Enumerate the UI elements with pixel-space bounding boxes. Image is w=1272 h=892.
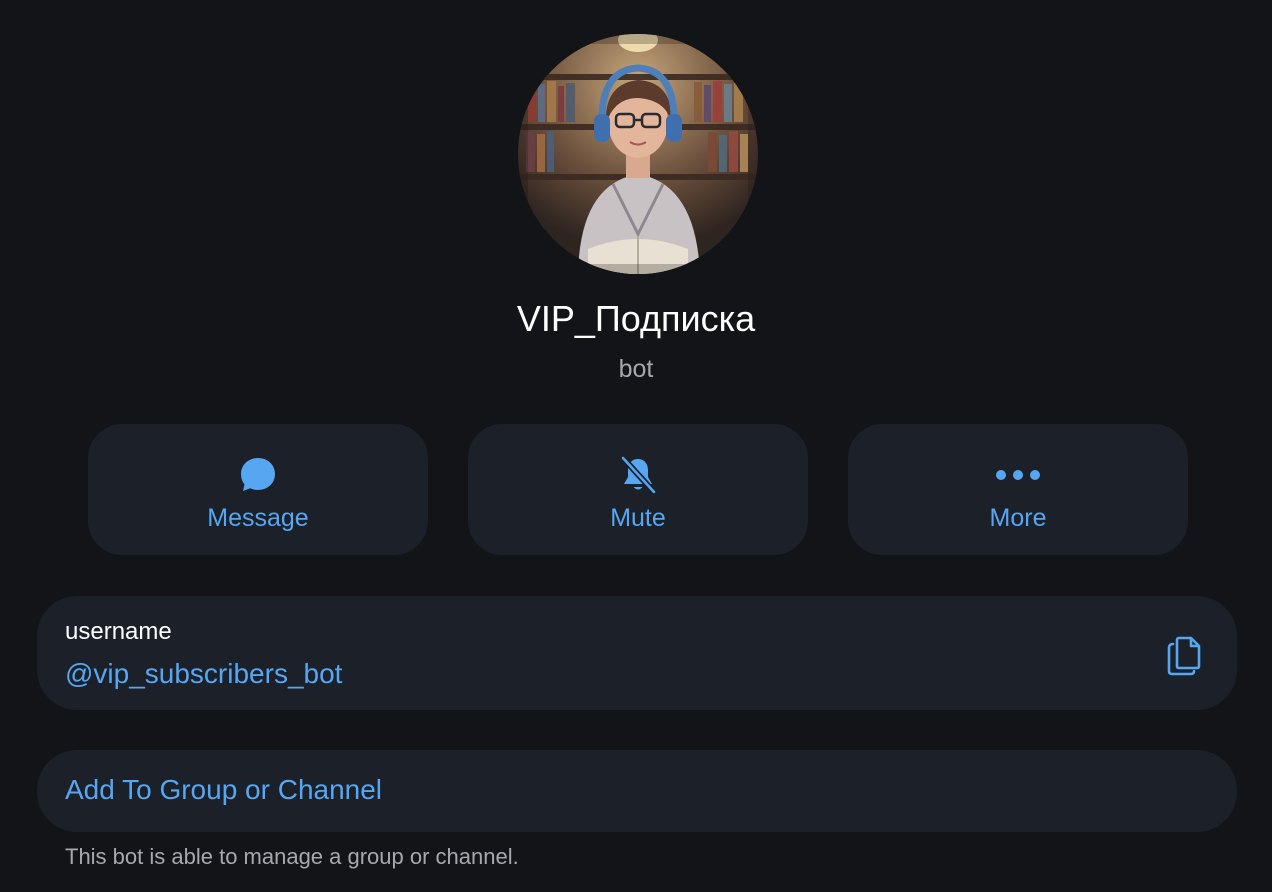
message-button-label: Message [207, 504, 309, 532]
add-to-group-label: Add To Group or Channel [65, 774, 383, 805]
message-button[interactable]: Message [88, 424, 428, 555]
bell-slash-icon [468, 454, 808, 496]
add-to-group-footnote: This bot is able to manage a group or ch… [65, 844, 519, 869]
username-label: username [65, 618, 172, 645]
profile-name: VIP_Подписка [516, 298, 756, 339]
bot-profile-page: VIP_Подписка bot Message Mute More usern… [0, 0, 1272, 892]
more-button[interactable]: More [848, 424, 1188, 555]
chat-bubble-icon [88, 454, 428, 496]
mute-button-label: Mute [610, 504, 666, 532]
add-to-group-button[interactable]: Add To Group or Channel [37, 750, 1237, 832]
copy-icon [1167, 636, 1201, 676]
more-button-label: More [989, 504, 1047, 532]
username-value[interactable]: @vip_subscribers_bot [65, 657, 342, 691]
copy-username-button[interactable] [1161, 630, 1209, 678]
profile-subtitle: bot [618, 355, 654, 383]
username-card: username @vip_subscribers_bot [37, 596, 1237, 710]
mute-button[interactable]: Mute [468, 424, 808, 555]
ellipsis-icon [848, 454, 1188, 496]
avatar-illustration [518, 34, 758, 274]
avatar[interactable] [518, 34, 758, 274]
